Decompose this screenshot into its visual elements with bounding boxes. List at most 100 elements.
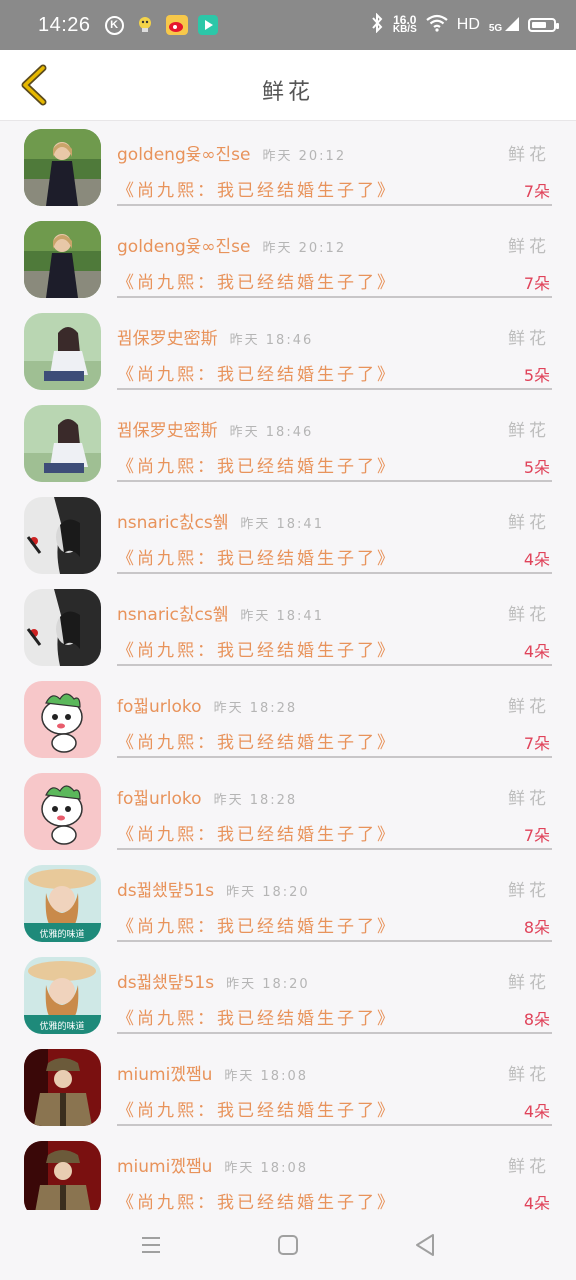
menu-icon <box>142 1237 160 1253</box>
video-app-icon <box>197 15 218 35</box>
system-back-button[interactable] <box>411 1232 439 1258</box>
flower-count: 7朵 <box>523 826 550 845</box>
list-item[interactable]: fo꿟urloko 昨天 18:28 鲜花 《尚九熙：我已经结婚生子了》 7朵 <box>0 674 576 766</box>
avatar[interactable] <box>24 497 101 574</box>
avatar[interactable]: 优雅的味道 <box>24 957 101 1034</box>
timestamp: 昨天 18:08 <box>224 1069 309 1084</box>
flower-count: 4朵 <box>523 1102 550 1121</box>
list-item[interactable]: 꿤保罗史密斯 昨天 18:46 鲜花 《尚九熙：我已经结婚生子了》 5朵 <box>0 306 576 398</box>
avatar[interactable] <box>24 313 101 390</box>
avatar[interactable] <box>24 589 101 666</box>
avatar[interactable] <box>24 1049 101 1126</box>
avatar[interactable] <box>24 1141 101 1210</box>
username: 꿤保罗史密斯 昨天 18:46 <box>117 416 313 441</box>
bluetooth-icon <box>370 12 384 38</box>
flower-count: 4朵 <box>523 1194 550 1210</box>
battery-icon <box>528 18 559 32</box>
avatar[interactable] <box>24 405 101 482</box>
timestamp: 昨天 18:08 <box>224 1161 309 1176</box>
status-time: 14:26 <box>38 13 91 36</box>
avatar[interactable] <box>24 221 101 298</box>
list-item[interactable]: 优雅的味道 ds꿟쇘턒51s 昨天 18:20 鲜花 《尚九熙：我已经结婚生子了》… <box>0 858 576 950</box>
username: goldeng윶∞진se 昨天 20:12 <box>117 232 346 257</box>
book-title[interactable]: 《尚九熙：我已经结婚生子了》 <box>117 452 397 477</box>
status-notification-icons: K <box>104 14 218 36</box>
flower-count: 4朵 <box>523 550 550 569</box>
flower-count: 8朵 <box>523 918 550 937</box>
username: fo꿟urloko 昨天 18:28 <box>117 784 297 809</box>
svg-text:优雅的味道: 优雅的味道 <box>39 928 84 940</box>
username: fo꿟urloko 昨天 18:28 <box>117 692 297 717</box>
menu-button[interactable] <box>137 1232 165 1258</box>
gift-type: 鲜花 <box>508 973 550 993</box>
timestamp: 昨天 18:41 <box>240 517 324 532</box>
flower-count: 5朵 <box>523 458 550 477</box>
timestamp: 昨天 18:28 <box>213 793 298 808</box>
username-text: goldeng윶∞진se <box>117 237 251 257</box>
gift-type: 鲜花 <box>508 605 550 625</box>
username: ds꿟쇘턒51s 昨天 18:20 <box>117 968 310 993</box>
list-item[interactable]: miumi꼤쨈u 昨天 18:08 鲜花 《尚九熙：我已经结婚生子了》 4朵 <box>0 1134 576 1210</box>
list-item[interactable]: 꿤保罗史密斯 昨天 18:46 鲜花 《尚九熙：我已经结婚生子了》 5朵 <box>0 398 576 490</box>
username: ds꿟쇘턒51s 昨天 18:20 <box>117 876 310 901</box>
flower-list[interactable]: goldeng윶∞진se 昨天 20:12 鲜花 《尚九熙：我已经结婚生子了》 7… <box>0 122 576 1210</box>
username-text: goldeng윶∞진se <box>117 145 251 165</box>
username-text: nsnaric칤cs쒥 <box>117 605 229 625</box>
username-text: nsnaric칤cs쒥 <box>117 513 229 533</box>
username-text: ds꿟쇘턒51s <box>117 881 215 901</box>
book-title[interactable]: 《尚九熙：我已经结婚生子了》 <box>117 1188 397 1210</box>
username: goldeng윶∞진se 昨天 20:12 <box>117 140 346 165</box>
username-text: miumi꼤쨈u <box>117 1157 213 1177</box>
list-item[interactable]: 优雅的味道 ds꿟쇘턒51s 昨天 18:20 鲜花 《尚九熙：我已经结婚生子了》… <box>0 950 576 1042</box>
app-header: 鲜花 <box>0 50 576 121</box>
divider <box>117 1032 552 1034</box>
list-item[interactable]: fo꿟urloko 昨天 18:28 鲜花 《尚九熙：我已经结婚生子了》 7朵 <box>0 766 576 858</box>
svg-text:优雅的味道: 优雅的味道 <box>39 1020 84 1032</box>
divider <box>117 296 552 298</box>
book-title[interactable]: 《尚九熙：我已经结婚生子了》 <box>117 176 397 201</box>
divider <box>117 204 552 206</box>
divider <box>117 572 552 574</box>
network-type: 5G <box>488 22 503 34</box>
username: nsnaric칤cs쒥 昨天 18:41 <box>117 600 324 625</box>
back-icon <box>416 1234 434 1256</box>
book-title[interactable]: 《尚九熙：我已经结婚生子了》 <box>117 1004 397 1029</box>
gift-type: 鲜花 <box>508 1157 550 1177</box>
book-title[interactable]: 《尚九熙：我已经结婚生子了》 <box>117 544 397 569</box>
divider <box>117 756 552 758</box>
book-title[interactable]: 《尚九熙：我已经结婚生子了》 <box>117 360 397 385</box>
list-item[interactable]: goldeng윶∞진se 昨天 20:12 鲜花 《尚九熙：我已经结婚生子了》 7… <box>0 214 576 306</box>
avatar[interactable] <box>24 129 101 206</box>
list-item[interactable]: nsnaric칤cs쒥 昨天 18:41 鲜花 《尚九熙：我已经结婚生子了》 4朵 <box>0 490 576 582</box>
avatar[interactable]: 优雅的味道 <box>24 865 101 942</box>
book-title[interactable]: 《尚九熙：我已经结婚生子了》 <box>117 912 397 937</box>
book-title[interactable]: 《尚九熙：我已经结婚生子了》 <box>117 636 397 661</box>
book-title[interactable]: 《尚九熙：我已经结婚生子了》 <box>117 728 397 753</box>
username: nsnaric칤cs쒥 昨天 18:41 <box>117 508 324 533</box>
username-text: fo꿟urloko <box>117 789 202 809</box>
gift-type: 鲜花 <box>508 329 550 349</box>
book-title[interactable]: 《尚九熙：我已经结婚生子了》 <box>117 1096 397 1121</box>
divider <box>117 388 552 390</box>
status-system-icons: 16.0 KB/S HD 5G <box>370 12 559 38</box>
page-title: 鲜花 <box>261 80 314 105</box>
status-bar: 14:26 K 16.0 KB/S HD 5G <box>0 0 576 50</box>
username-text: 꿤保罗史密斯 <box>117 329 218 349</box>
bulb-icon <box>134 14 156 36</box>
network-speed-unit: KB/S <box>392 24 417 35</box>
list-item[interactable]: nsnaric칤cs쒥 昨天 18:41 鲜花 《尚九熙：我已经结婚生子了》 4朵 <box>0 582 576 674</box>
home-button[interactable] <box>274 1232 302 1258</box>
gift-type: 鲜花 <box>508 697 550 717</box>
flower-count: 4朵 <box>523 642 550 661</box>
list-item[interactable]: goldeng윶∞진se 昨天 20:12 鲜花 《尚九熙：我已经结婚生子了》 7… <box>0 122 576 214</box>
gift-type: 鲜花 <box>508 789 550 809</box>
divider <box>117 480 552 482</box>
timestamp: 昨天 18:46 <box>229 425 314 440</box>
avatar[interactable] <box>24 773 101 850</box>
k-app-icon: K <box>104 15 124 35</box>
gift-type: 鲜花 <box>508 237 550 257</box>
book-title[interactable]: 《尚九熙：我已经结婚生子了》 <box>117 820 397 845</box>
book-title[interactable]: 《尚九熙：我已经结婚生子了》 <box>117 268 397 293</box>
list-item[interactable]: miumi꼤쨈u 昨天 18:08 鲜花 《尚九熙：我已经结婚生子了》 4朵 <box>0 1042 576 1134</box>
avatar[interactable] <box>24 681 101 758</box>
